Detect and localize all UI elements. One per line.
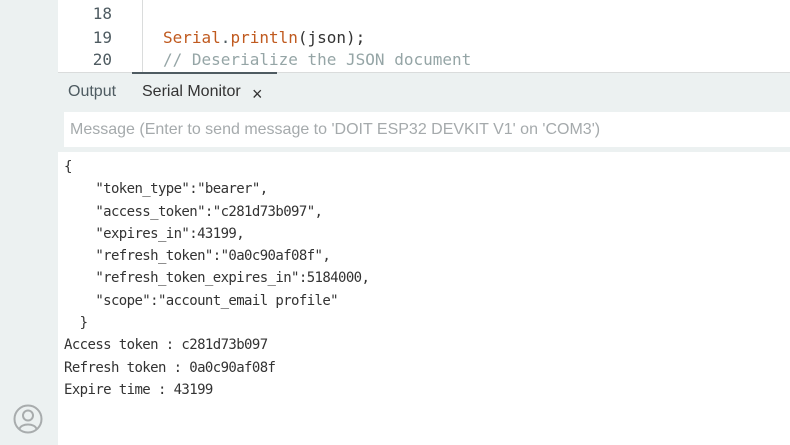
output-line: "access_token":"c281d73b097", (64, 203, 323, 220)
output-line: } (64, 315, 88, 332)
message-input[interactable] (64, 112, 790, 147)
output-line: Expire time : 43199 (64, 381, 213, 398)
active-tab-indicator (132, 72, 277, 74)
output-line: "refresh_token_expires_in":5184000, (64, 270, 370, 287)
output-line: Access token : c281d73b097 (64, 337, 268, 354)
serial-output: { "token_type":"bearer", "access_token":… (58, 152, 790, 445)
code-editor[interactable]: 18 19 20 Serial.println(json); // Deseri… (58, 0, 790, 72)
output-line: Refresh token : 0a0c90af08f (64, 359, 276, 376)
code-line: Serial.println(json); (163, 28, 366, 47)
tab-output[interactable]: Output (68, 83, 116, 101)
account-icon[interactable] (13, 404, 43, 434)
output-line: "scope":"account_email profile" (64, 292, 339, 309)
tab-serial-monitor[interactable]: Serial Monitor (142, 83, 241, 101)
output-line: "token_type":"bearer", (64, 181, 268, 198)
line-number: 20 (92, 50, 112, 69)
output-line: "refresh_token":"0a0c90af08f", (64, 248, 331, 265)
line-number-gutter: 18 19 20 (58, 0, 143, 72)
panel-tabs: Output Serial Monitor × (58, 72, 790, 110)
output-line: { (64, 159, 72, 175)
code-comment: // Deserialize the JSON document (163, 50, 472, 69)
output-line: "expires_in":43199, (64, 225, 245, 242)
line-number: 19 (92, 28, 112, 47)
close-icon[interactable]: × (252, 85, 263, 103)
line-number: 18 (92, 4, 112, 23)
sidebar (0, 0, 58, 445)
